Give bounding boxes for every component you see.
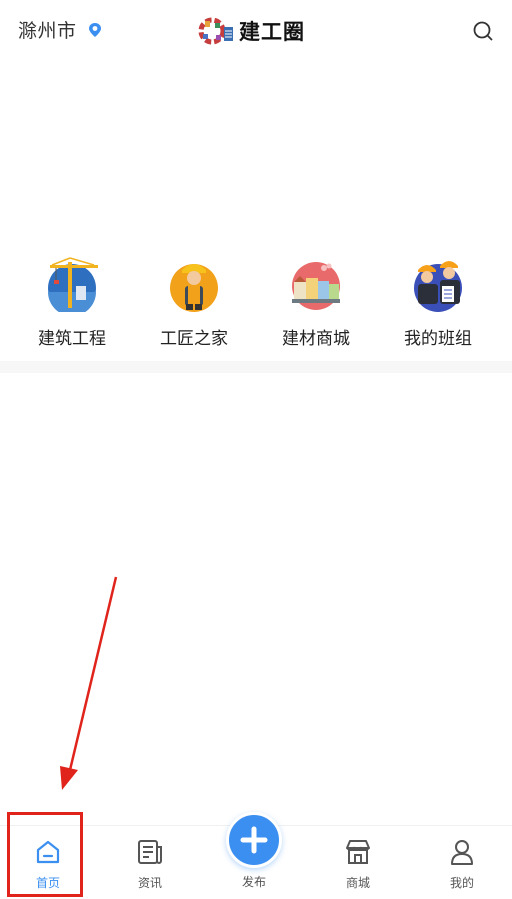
category-label: 工匠之家 xyxy=(160,329,228,349)
category-grid: 建筑工程 工匠之家 建材商城 我的班组 xyxy=(0,250,512,350)
annotation-highlight-box xyxy=(7,812,83,897)
team-icon xyxy=(414,261,462,312)
building-materials-icon xyxy=(292,262,340,310)
tab-news[interactable]: 资讯 xyxy=(110,826,190,899)
publish-button[interactable] xyxy=(226,812,282,868)
store-icon xyxy=(346,840,370,864)
category-label: 建筑工程 xyxy=(38,329,106,349)
section-divider xyxy=(0,361,512,373)
logo-mark-icon xyxy=(198,17,233,45)
top-bar: 滁州市 建工圈 xyxy=(0,0,512,62)
tab-label: 我的 xyxy=(449,876,474,890)
category-my-team[interactable]: 我的班组 xyxy=(386,250,490,350)
tab-label: 商城 xyxy=(345,876,370,890)
worker-icon xyxy=(170,264,218,312)
location-pin-icon[interactable] xyxy=(87,22,103,38)
category-materials-mall[interactable]: 建材商城 xyxy=(264,250,368,350)
annotation-arrow xyxy=(60,576,118,790)
plus-icon xyxy=(240,826,268,854)
tab-profile[interactable]: 我的 xyxy=(422,826,502,899)
news-icon xyxy=(138,840,162,864)
category-construction[interactable]: 建筑工程 xyxy=(20,250,124,350)
category-craftsman[interactable]: 工匠之家 xyxy=(142,250,246,350)
user-icon xyxy=(451,840,473,865)
crane-icon xyxy=(48,257,98,312)
category-label: 我的班组 xyxy=(404,329,472,349)
search-icon[interactable] xyxy=(472,20,494,42)
app-logo: 建工圈 xyxy=(198,14,318,46)
logo-text: 建工圈 xyxy=(239,19,305,44)
category-label: 建材商城 xyxy=(282,329,350,349)
tab-label: 资讯 xyxy=(137,876,162,890)
city-selector[interactable]: 滁州市 xyxy=(18,16,77,43)
publish-label: 发布 xyxy=(241,875,266,889)
tab-store[interactable]: 商城 xyxy=(318,826,398,899)
